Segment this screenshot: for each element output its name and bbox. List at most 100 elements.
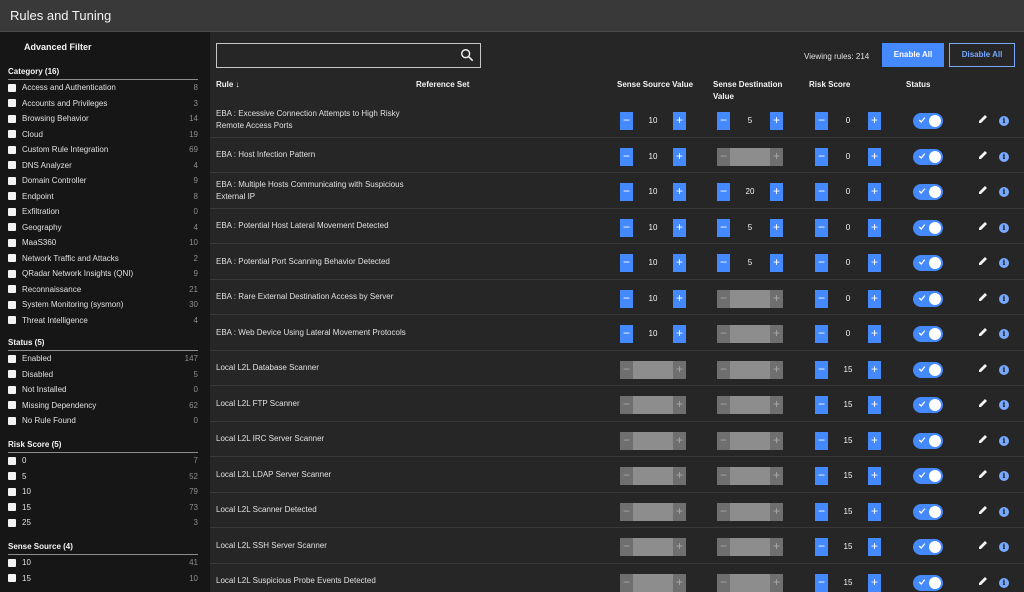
- decrement-button[interactable]: −: [815, 360, 828, 379]
- pencil-icon[interactable]: [978, 363, 988, 373]
- risk-score-stepper[interactable]: −0 +: [815, 289, 881, 308]
- stepper-value[interactable]: 10: [633, 183, 673, 201]
- risk-score-stepper[interactable]: −0 +: [815, 183, 881, 201]
- stepper-value[interactable]: 15: [828, 396, 868, 414]
- filter-checkbox[interactable]: [8, 269, 16, 278]
- filter-checkbox[interactable]: [8, 401, 16, 410]
- decrement-button[interactable]: −: [620, 254, 633, 272]
- risk-score-stepper[interactable]: −0 +: [815, 254, 881, 272]
- filter-checkbox[interactable]: [8, 385, 16, 394]
- stepper-value[interactable]: 15: [828, 360, 868, 379]
- filter-item[interactable]: MaaS360 10: [8, 235, 198, 251]
- stepper-value[interactable]: 0: [828, 325, 868, 343]
- filter-item[interactable]: 25 3: [8, 515, 198, 531]
- decrement-button[interactable]: −: [717, 183, 730, 201]
- filter-checkbox[interactable]: [8, 518, 16, 527]
- filter-item[interactable]: DNS Analyzer 4: [8, 158, 198, 174]
- stepper-value[interactable]: 15: [828, 538, 868, 556]
- increment-button[interactable]: +: [673, 112, 686, 130]
- filter-checkbox[interactable]: [8, 456, 16, 465]
- decrement-button[interactable]: −: [815, 573, 828, 592]
- filter-checkbox[interactable]: [8, 192, 16, 201]
- decrement-button[interactable]: −: [815, 396, 828, 414]
- info-icon[interactable]: i: [999, 151, 1009, 162]
- stepper-value[interactable]: 10: [633, 218, 673, 237]
- status-toggle[interactable]: [913, 148, 943, 165]
- stepper-value[interactable]: 20: [730, 183, 770, 201]
- info-icon[interactable]: i: [999, 364, 1009, 375]
- pencil-icon[interactable]: [978, 327, 988, 337]
- filter-checkbox[interactable]: [8, 487, 16, 496]
- stepper-value[interactable]: 10: [633, 112, 673, 130]
- info-icon[interactable]: i: [999, 116, 1009, 126]
- filter-checkbox[interactable]: [8, 503, 16, 512]
- decrement-button[interactable]: −: [620, 112, 633, 130]
- decrement-button[interactable]: −: [815, 502, 828, 521]
- filter-item[interactable]: 07: [8, 453, 198, 469]
- info-icon[interactable]: i: [999, 187, 1009, 197]
- filter-item[interactable]: 15 10: [8, 571, 198, 587]
- pencil-icon[interactable]: [978, 292, 988, 302]
- increment-button[interactable]: +: [868, 254, 881, 272]
- info-icon[interactable]: i: [999, 577, 1009, 588]
- decrement-button[interactable]: −: [815, 254, 828, 272]
- risk-score-stepper[interactable]: −15 +: [815, 396, 881, 414]
- info-icon[interactable]: i: [999, 506, 1009, 517]
- filter-item[interactable]: 10 79: [8, 484, 198, 500]
- filter-item[interactable]: No Rule Found 0: [8, 413, 198, 429]
- decrement-button[interactable]: −: [717, 254, 730, 272]
- decrement-button[interactable]: −: [815, 218, 828, 237]
- filter-item[interactable]: Accounts and Privileges 3: [8, 96, 198, 112]
- sense-source-stepper[interactable]: −10 +: [620, 254, 686, 272]
- increment-button[interactable]: +: [868, 289, 881, 308]
- info-icon[interactable]: i: [999, 329, 1009, 339]
- filter-checkbox[interactable]: [8, 416, 16, 425]
- risk-score-stepper[interactable]: −0 +: [815, 147, 881, 166]
- stepper-value[interactable]: 5: [730, 218, 770, 237]
- search-input[interactable]: [216, 43, 481, 68]
- pencil-icon[interactable]: [978, 469, 988, 479]
- stepper-value[interactable]: 10: [633, 254, 673, 272]
- increment-button[interactable]: +: [868, 573, 881, 592]
- increment-button[interactable]: +: [673, 147, 686, 166]
- increment-button[interactable]: +: [868, 538, 881, 556]
- filter-item[interactable]: QRadar Network Insights (QNI) 9: [8, 266, 198, 282]
- pencil-icon[interactable]: [978, 576, 988, 586]
- column-header-rule[interactable]: Rule ↓: [216, 79, 240, 91]
- increment-button[interactable]: +: [770, 112, 783, 130]
- status-toggle[interactable]: [913, 468, 943, 484]
- pencil-icon[interactable]: [978, 398, 988, 408]
- increment-button[interactable]: +: [673, 183, 686, 201]
- search-icon[interactable]: [460, 48, 474, 62]
- filter-checkbox[interactable]: [8, 472, 16, 481]
- decrement-button[interactable]: −: [815, 431, 828, 450]
- increment-button[interactable]: +: [868, 360, 881, 379]
- filter-checkbox[interactable]: [8, 574, 16, 583]
- decrement-button[interactable]: −: [717, 112, 730, 130]
- filter-item[interactable]: Cloud 19: [8, 127, 198, 143]
- increment-button[interactable]: +: [868, 183, 881, 201]
- filter-item[interactable]: Exfiltration 0: [8, 204, 198, 220]
- filter-item[interactable]: Geography 4: [8, 220, 198, 236]
- risk-score-stepper[interactable]: −0 +: [815, 112, 881, 130]
- increment-button[interactable]: +: [770, 218, 783, 237]
- info-icon[interactable]: i: [999, 435, 1009, 446]
- filter-item[interactable]: Not Installed 0: [8, 382, 198, 398]
- filter-checkbox[interactable]: [8, 99, 16, 108]
- decrement-button[interactable]: −: [620, 183, 633, 201]
- enable-all-button[interactable]: Enable All: [882, 43, 944, 67]
- filter-item[interactable]: 5 52: [8, 469, 198, 485]
- decrement-button[interactable]: −: [620, 147, 633, 166]
- increment-button[interactable]: +: [673, 254, 686, 272]
- filter-checkbox[interactable]: [8, 176, 16, 185]
- filter-checkbox[interactable]: [8, 145, 16, 154]
- filter-item[interactable]: Reconnaissance 21: [8, 282, 198, 298]
- filter-checkbox[interactable]: [8, 558, 16, 567]
- filter-checkbox[interactable]: [8, 370, 16, 379]
- stepper-value[interactable]: 0: [828, 112, 868, 130]
- decrement-button[interactable]: −: [620, 325, 633, 343]
- increment-button[interactable]: +: [673, 289, 686, 308]
- risk-score-stepper[interactable]: −0 +: [815, 325, 881, 343]
- pencil-icon[interactable]: [978, 150, 988, 160]
- disable-all-button[interactable]: Disable All: [949, 43, 1015, 67]
